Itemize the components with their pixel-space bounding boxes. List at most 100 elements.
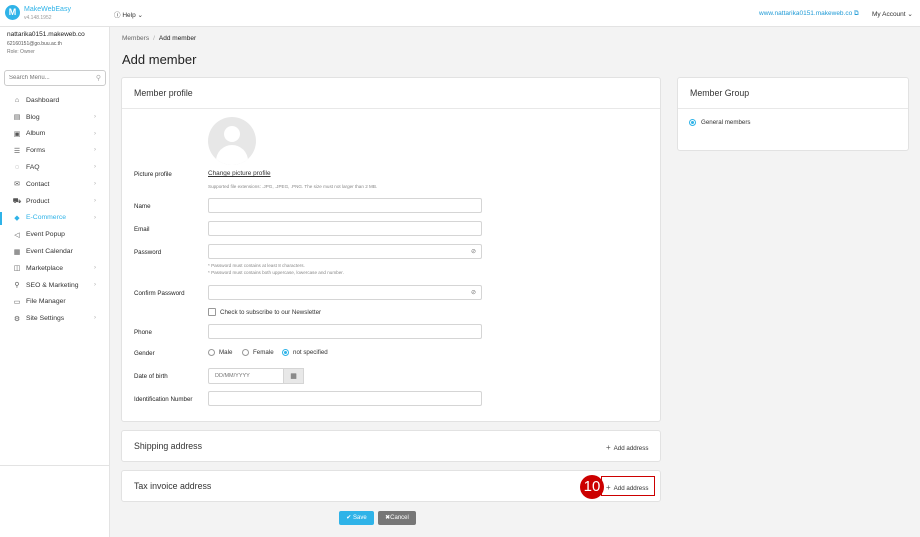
newsletter-checkbox[interactable] xyxy=(208,308,216,316)
search-menu-box[interactable]: ⚲ xyxy=(4,70,106,86)
sidebar-item-seo-marketing[interactable]: ⚲ SEO & Marketing › xyxy=(0,277,110,294)
chevron-right-icon: › xyxy=(94,315,96,322)
save-button[interactable]: ✔ Save xyxy=(339,511,374,525)
general-members-radio[interactable] xyxy=(689,119,696,126)
plus-icon: + xyxy=(606,443,611,452)
cancel-button[interactable]: ✖Cancel xyxy=(378,511,416,525)
confirm-password-field[interactable]: ⊘ xyxy=(208,285,482,300)
gender-not-specified-radio[interactable] xyxy=(282,349,289,356)
identification-field[interactable] xyxy=(208,391,482,406)
sidebar-item-contact[interactable]: ✉ Contact › xyxy=(0,176,110,193)
sidebar-item-blog[interactable]: ▤ Blog › xyxy=(0,109,110,126)
gender-male-label[interactable]: Male xyxy=(219,349,232,356)
folder-icon: ▭ xyxy=(13,298,21,306)
search-menu-input[interactable] xyxy=(9,71,89,84)
chevron-right-icon: › xyxy=(94,147,96,154)
email-field[interactable] xyxy=(208,221,482,236)
sidebar-item-label: Event Popup xyxy=(26,231,65,239)
account-label: My Account xyxy=(872,11,906,18)
sidebar-item-label: File Manager xyxy=(26,298,66,306)
sidebar-item-forms[interactable]: ☰ Forms › xyxy=(0,142,110,159)
confirm-password-label: Confirm Password xyxy=(134,290,185,297)
gender-female-radio[interactable] xyxy=(242,349,249,356)
member-group-card: Member Group xyxy=(677,77,909,151)
sidebar-item-event-popup[interactable]: ◁ Event Popup xyxy=(0,226,110,243)
general-members-label[interactable]: General members xyxy=(701,119,751,126)
step-number-badge: 10 xyxy=(580,475,604,499)
eye-slash-icon[interactable]: ⊘ xyxy=(471,248,476,255)
password-label: Password xyxy=(134,249,162,256)
change-picture-link[interactable]: Change picture profile xyxy=(208,170,271,177)
sidebar-item-album[interactable]: ▣ Album › xyxy=(0,126,110,143)
search-icon[interactable]: ⚲ xyxy=(96,74,101,82)
check-icon: ✔ xyxy=(346,515,352,521)
cart-icon: ⛟ xyxy=(12,197,22,205)
email-label: Email xyxy=(134,226,150,233)
sidebar-item-label: SEO & Marketing xyxy=(26,281,79,289)
mail-icon: ✉ xyxy=(14,181,20,189)
megaphone-icon: ◁ xyxy=(14,231,20,239)
phone-field[interactable] xyxy=(208,324,482,339)
cancel-label: Cancel xyxy=(390,515,409,521)
gear-icon: ⚙ xyxy=(13,315,21,323)
plus-icon: + xyxy=(606,483,611,492)
sidebar-item-label: Contact xyxy=(26,180,50,188)
tax-invoice-title: Tax invoice address xyxy=(134,481,212,491)
sidebar-divider xyxy=(0,465,110,466)
help-menu[interactable]: ⓘ Help ⌄ xyxy=(114,9,143,19)
sidebar-menu: ⌂ Dashboard ▤ Blog › ▣ Album › ☰ Forms › ◌ FAQ › ✉ Cont… xyxy=(0,92,110,327)
name-label: Name xyxy=(134,203,151,210)
shipping-add-address-button[interactable]: + Add address xyxy=(606,443,648,452)
logo-icon[interactable]: M xyxy=(5,5,20,20)
sidebar-item-product[interactable]: ⛟ Product › xyxy=(0,193,110,210)
tax-add-address-button[interactable]: + Add address xyxy=(606,483,648,492)
newsletter-label[interactable]: Check to subscribe to our Newsletter xyxy=(220,309,321,316)
calendar-icon[interactable]: ▦ xyxy=(284,368,304,384)
avatar-body xyxy=(216,145,248,165)
dob-field[interactable] xyxy=(208,368,285,384)
breadcrumb-members[interactable]: Members xyxy=(122,35,149,42)
shipping-address-title: Shipping address xyxy=(134,441,202,451)
sidebar-item-label: E-Commerce xyxy=(26,214,67,222)
eye-slash-icon[interactable]: ⊘ xyxy=(471,289,476,296)
sidebar-item-faq[interactable]: ◌ FAQ › xyxy=(0,159,110,176)
sidebar-item-e-commerce[interactable]: ◆ E-Commerce › xyxy=(0,210,110,227)
document-icon: ▤ xyxy=(13,114,21,122)
shipping-add-address-label: Add address xyxy=(613,445,649,452)
sidebar-item-dashboard[interactable]: ⌂ Dashboard xyxy=(0,92,110,109)
sidebar-item-label: FAQ xyxy=(26,164,40,172)
avatar-head xyxy=(224,126,240,142)
user-email: 62160151@go.buu.ac.th xyxy=(7,41,62,47)
chevron-right-icon: › xyxy=(94,264,96,271)
sidebar-item-marketplace[interactable]: ◫ Marketplace › xyxy=(0,260,110,277)
sidebar-item-label: Forms xyxy=(26,147,46,155)
dob-label: Date of birth xyxy=(134,373,168,380)
top-bar: M MakeWebEasy v4.148.1952 ⓘ Help ⌄ www.n… xyxy=(0,0,920,27)
phone-label: Phone xyxy=(134,329,152,336)
site-link[interactable]: www.nattarika0151.makeweb.co ⧉ xyxy=(759,10,859,18)
gender-female-label[interactable]: Female xyxy=(253,349,274,356)
user-role: Role: Owner xyxy=(7,49,35,55)
chevron-right-icon: › xyxy=(94,130,96,137)
tag-icon: ◆ xyxy=(14,214,20,222)
dob-input[interactable] xyxy=(215,369,285,383)
breadcrumb-current: Add member xyxy=(158,35,197,42)
password-hint-length: * Password must contains at least 8 char… xyxy=(208,263,305,268)
gender-not-specified-label[interactable]: not specified xyxy=(293,349,328,356)
version-label: v4.148.1952 xyxy=(24,15,52,21)
sidebar-item-site-settings[interactable]: ⚙ Site Settings › xyxy=(0,310,110,327)
sidebar-item-file-manager[interactable]: ▭ File Manager xyxy=(0,294,110,311)
brand-name[interactable]: MakeWebEasy xyxy=(24,6,71,13)
chevron-right-icon: › xyxy=(94,214,96,221)
sidebar-item-event-calendar[interactable]: ▦ Event Calendar xyxy=(0,243,110,260)
gender-male-radio[interactable] xyxy=(208,349,215,356)
sidebar-item-label: Album xyxy=(26,130,46,138)
help-label: Help xyxy=(122,12,136,19)
account-menu[interactable]: My Account ⌄ xyxy=(872,10,913,18)
identification-label: Identification Number xyxy=(134,396,193,403)
password-field[interactable]: ⊘ xyxy=(208,244,482,259)
member-group-title: Member Group xyxy=(690,88,750,98)
sidebar-item-label: Site Settings xyxy=(26,315,65,323)
name-field[interactable] xyxy=(208,198,482,213)
avatar xyxy=(208,117,256,165)
